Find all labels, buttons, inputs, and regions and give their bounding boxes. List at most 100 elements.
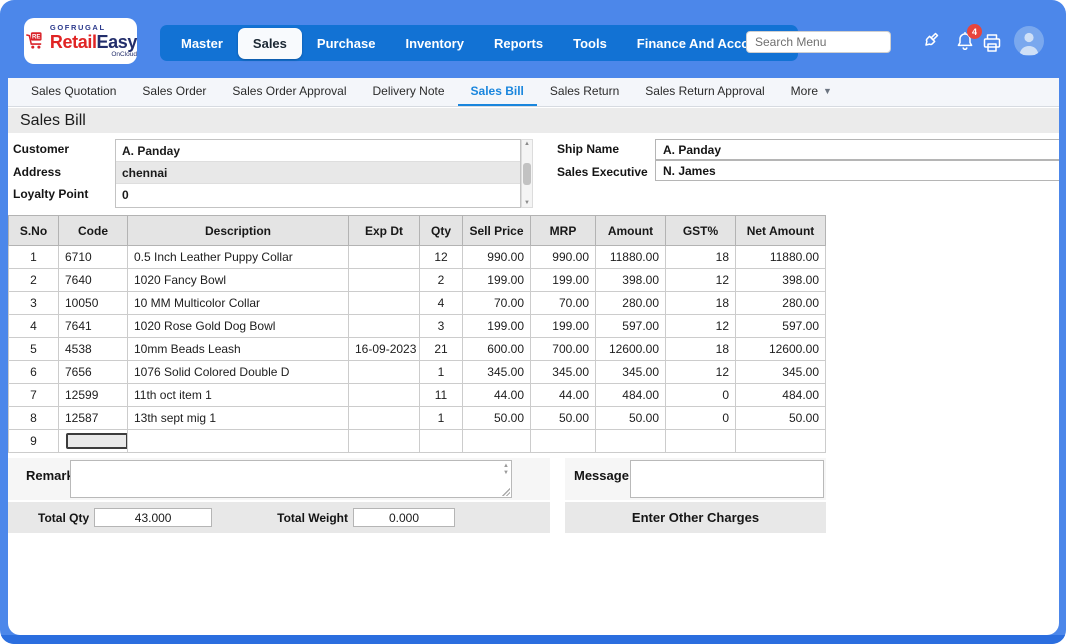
grid-cell[interactable]: 8: [9, 407, 59, 430]
tab-sales-return[interactable]: Sales Return: [537, 78, 632, 106]
grid-cell[interactable]: 0: [666, 407, 736, 430]
nav-reports[interactable]: Reports: [479, 28, 558, 59]
scrollbar-thumb[interactable]: [523, 163, 531, 185]
grid-cell[interactable]: 345.00: [463, 361, 531, 384]
grid-cell[interactable]: 7: [9, 384, 59, 407]
grid-cell[interactable]: 13th sept mig 1: [128, 407, 349, 430]
message-textarea[interactable]: [630, 460, 824, 498]
grid-cell[interactable]: 10050: [59, 292, 128, 315]
grid-cell[interactable]: 21: [420, 338, 463, 361]
grid-cell[interactable]: 5: [9, 338, 59, 361]
grid-cell[interactable]: 0.5 Inch Leather Puppy Collar: [128, 246, 349, 269]
grid-cell[interactable]: 280.00: [596, 292, 666, 315]
tab-sales-quotation[interactable]: Sales Quotation: [18, 78, 129, 106]
tab-sales-bill[interactable]: Sales Bill: [458, 78, 537, 106]
tab-delivery-note[interactable]: Delivery Note: [359, 78, 457, 106]
grid-cell[interactable]: 12600.00: [596, 338, 666, 361]
grid-cell[interactable]: [349, 430, 420, 453]
form-scrollbar[interactable]: ▲ ▼: [521, 139, 533, 208]
grid-cell[interactable]: 6710: [59, 246, 128, 269]
grid-cell[interactable]: [666, 430, 736, 453]
grid-cell[interactable]: 44.00: [463, 384, 531, 407]
grid-cell[interactable]: 18: [666, 246, 736, 269]
grid-cell[interactable]: 11: [420, 384, 463, 407]
grid-cell[interactable]: 12600.00: [736, 338, 826, 361]
grid-cell[interactable]: 990.00: [531, 246, 596, 269]
grid-cell[interactable]: 199.00: [531, 269, 596, 292]
grid-cell[interactable]: 50.00: [736, 407, 826, 430]
tab-sales-order[interactable]: Sales Order: [129, 78, 219, 106]
grid-cell[interactable]: 12: [666, 269, 736, 292]
grid-cell[interactable]: 4: [9, 315, 59, 338]
grid-cell[interactable]: 1076 Solid Colored Double D: [128, 361, 349, 384]
grid-cell[interactable]: 597.00: [736, 315, 826, 338]
grid-cell[interactable]: 7656: [59, 361, 128, 384]
grid-cell[interactable]: 11880.00: [736, 246, 826, 269]
grid-cell[interactable]: 12: [420, 246, 463, 269]
avatar[interactable]: [1014, 26, 1044, 56]
spinner-arrows-icon[interactable]: ▲▼: [503, 463, 509, 476]
grid-cell[interactable]: [349, 384, 420, 407]
grid-cell[interactable]: 1020 Fancy Bowl: [128, 269, 349, 292]
grid-cell[interactable]: [349, 269, 420, 292]
grid-cell[interactable]: 1: [420, 361, 463, 384]
grid-cell[interactable]: 3: [9, 292, 59, 315]
grid-cell[interactable]: 345.00: [596, 361, 666, 384]
grid-cell[interactable]: [736, 430, 826, 453]
nav-master[interactable]: Master: [166, 28, 238, 59]
grid-cell[interactable]: [59, 430, 128, 453]
grid-cell[interactable]: 199.00: [531, 315, 596, 338]
grid-cell[interactable]: 7641: [59, 315, 128, 338]
grid-cell[interactable]: 70.00: [463, 292, 531, 315]
sales-executive-field[interactable]: N. James: [655, 160, 1059, 181]
grid-cell[interactable]: 10 MM Multicolor Collar: [128, 292, 349, 315]
customer-field[interactable]: A. Panday: [116, 140, 520, 162]
loyalty-point-field[interactable]: 0: [116, 184, 520, 206]
tab-sales-order-approval[interactable]: Sales Order Approval: [219, 78, 359, 106]
ship-name-field[interactable]: A. Panday: [655, 139, 1059, 160]
total-qty-field[interactable]: [94, 508, 212, 527]
nav-tools[interactable]: Tools: [558, 28, 622, 59]
grid-cell[interactable]: [349, 315, 420, 338]
grid-cell[interactable]: 597.00: [596, 315, 666, 338]
nav-sales[interactable]: Sales: [238, 28, 302, 59]
grid-cell[interactable]: 280.00: [736, 292, 826, 315]
grid-cell[interactable]: 12: [666, 361, 736, 384]
grid-cell[interactable]: 345.00: [736, 361, 826, 384]
address-field[interactable]: chennai: [116, 162, 520, 184]
grid-cell[interactable]: [349, 246, 420, 269]
grid-cell[interactable]: 0: [666, 384, 736, 407]
resize-grip-icon[interactable]: [502, 488, 510, 496]
grid-cell[interactable]: 70.00: [531, 292, 596, 315]
grid-cell[interactable]: 7640: [59, 269, 128, 292]
grid-cell[interactable]: 1: [420, 407, 463, 430]
tab-sales-return-approval[interactable]: Sales Return Approval: [632, 78, 777, 106]
grid-cell[interactable]: [349, 407, 420, 430]
grid-cell[interactable]: 12587: [59, 407, 128, 430]
grid-cell[interactable]: 1020 Rose Gold Dog Bowl: [128, 315, 349, 338]
grid-cell[interactable]: 50.00: [596, 407, 666, 430]
search-input[interactable]: [746, 31, 891, 53]
grid-cell[interactable]: 345.00: [531, 361, 596, 384]
total-weight-field[interactable]: [353, 508, 455, 527]
grid-cell[interactable]: 4538: [59, 338, 128, 361]
grid-cell[interactable]: [128, 430, 349, 453]
grid-cell[interactable]: 44.00: [531, 384, 596, 407]
grid-cell[interactable]: 50.00: [463, 407, 531, 430]
grid-cell[interactable]: 16-09-2023: [349, 338, 420, 361]
nav-purchase[interactable]: Purchase: [302, 28, 391, 59]
grid-cell[interactable]: 199.00: [463, 315, 531, 338]
grid-cell[interactable]: 18: [666, 338, 736, 361]
grid-cell[interactable]: 484.00: [736, 384, 826, 407]
grid-cell[interactable]: 600.00: [463, 338, 531, 361]
grid-cell[interactable]: 11880.00: [596, 246, 666, 269]
brand-logo[interactable]: RE GOFRUGAL RetailEasy OnCloud: [24, 18, 137, 64]
enter-other-charges-button[interactable]: Enter Other Charges: [565, 502, 826, 533]
scroll-up-icon[interactable]: ▲: [524, 141, 530, 147]
grid-cell[interactable]: 9: [9, 430, 59, 453]
grid-cell[interactable]: [596, 430, 666, 453]
grid-cell[interactable]: 199.00: [463, 269, 531, 292]
remarks-textarea[interactable]: ▲▼: [70, 460, 512, 498]
grid-cell[interactable]: 2: [420, 269, 463, 292]
grid-cell[interactable]: [349, 292, 420, 315]
